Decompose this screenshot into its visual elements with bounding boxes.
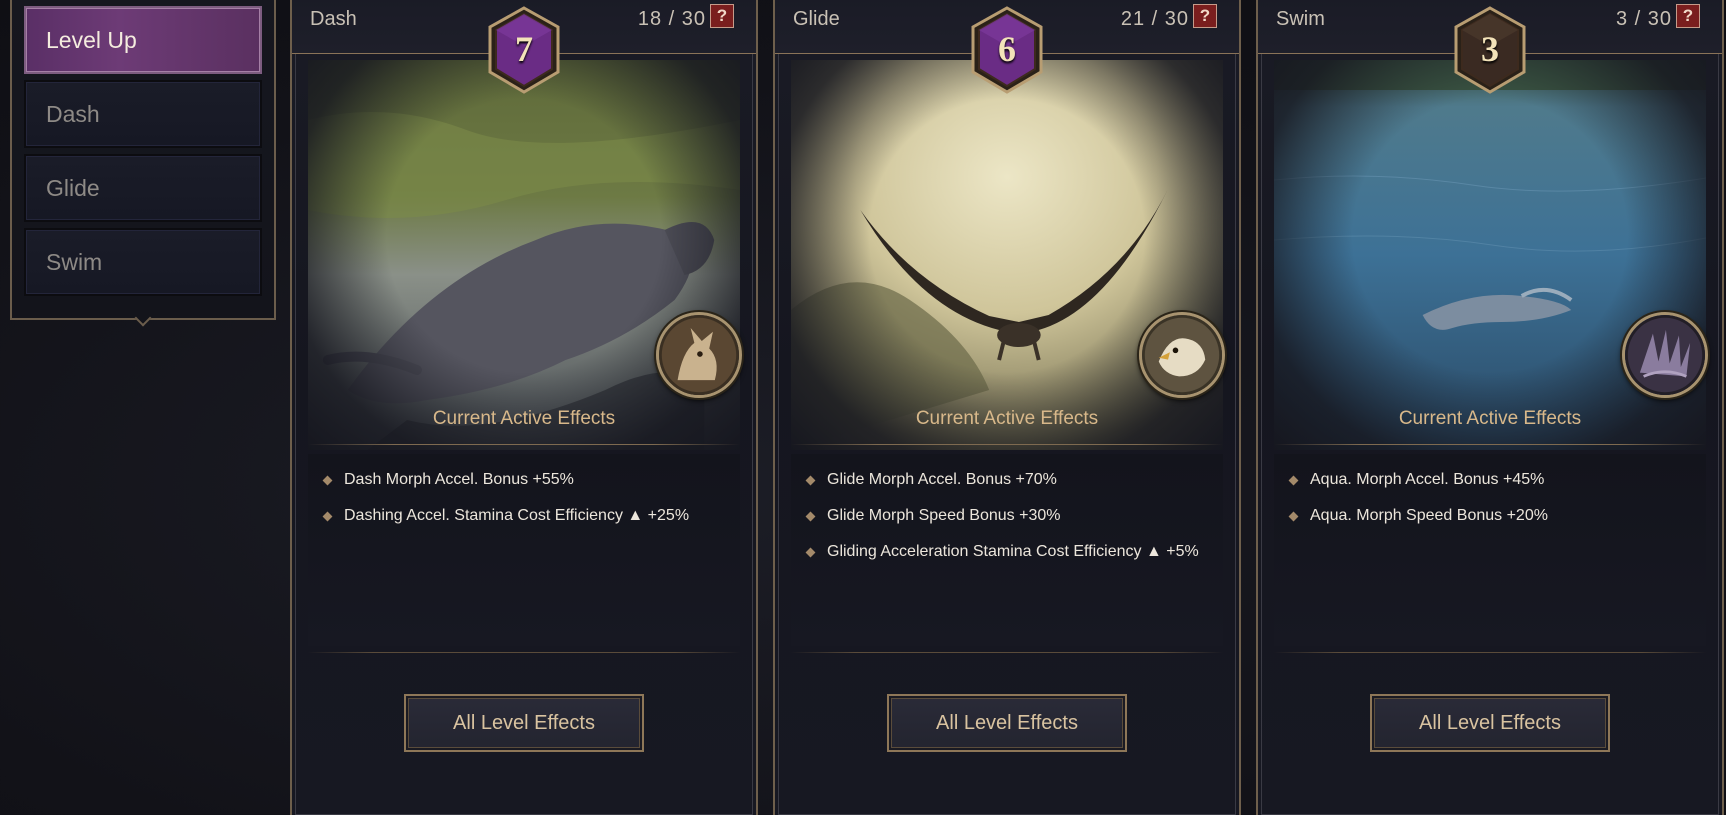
sidebar-item-swim[interactable]: Swim [24,228,262,296]
effect-item: Gliding Acceleration Stamina Cost Effici… [791,534,1223,570]
dash-morph-scene [308,60,740,450]
morph-progress-count: 18 / 30 [637,8,706,30]
effect-item: Glide Morph Accel. Bonus +70% [791,462,1223,498]
serpent-icon [1622,312,1708,398]
morph-card-glide: Glide 21 / 30 ? 6 Current Active Effects… [773,0,1241,815]
help-icon[interactable]: ? [710,4,734,28]
effects-list: Aqua. Morph Accel. Bonus +45% Aqua. Morp… [1274,454,1706,646]
level-number: 6 [998,29,1016,69]
card-title: Dash [310,8,357,30]
sidebar-item-level-up[interactable]: Level Up [24,6,262,74]
effects-list: Dash Morph Accel. Bonus +55% Dashing Acc… [308,454,740,646]
level-number: 7 [515,29,533,69]
swim-morph-scene [1274,60,1706,450]
morph-progress-count: 3 / 30 [1615,8,1672,30]
all-level-effects-button[interactable]: All Level Effects [1370,694,1610,752]
eagle-icon [1139,312,1225,398]
all-level-effects-button[interactable]: All Level Effects [404,694,644,752]
effects-title: Current Active Effects [1398,408,1582,429]
all-level-effects-button[interactable]: All Level Effects [887,694,1127,752]
jackal-icon [656,312,742,398]
level-badge: 6 [970,6,1044,94]
level-badge: 3 [1453,6,1527,94]
help-icon[interactable]: ? [1676,4,1700,28]
card-title: Swim [1276,8,1325,30]
effect-item: Dash Morph Accel. Bonus +55% [308,462,740,498]
effect-item: Dashing Accel. Stamina Cost Efficiency ▲… [308,498,740,534]
effects-list: Glide Morph Accel. Bonus +70% Glide Morp… [791,454,1223,646]
level-badge: 7 [487,6,561,94]
morph-sidebar: Level Up Dash Glide Swim [10,0,276,320]
effect-item: Glide Morph Speed Bonus +30% [791,498,1223,534]
level-number: 3 [1481,29,1499,69]
effects-title: Current Active Effects [432,408,616,429]
morph-card-swim: Swim 3 / 30 ? 3 Current Active Effects A… [1256,0,1724,815]
card-title: Glide [793,8,840,30]
morph-card-dash: Dash 18 / 30 ? 7 Current Active Effects … [290,0,758,815]
morph-progress-count: 21 / 30 [1120,8,1189,30]
effect-item: Aqua. Morph Speed Bonus +20% [1274,498,1706,534]
sidebar-item-glide[interactable]: Glide [24,154,262,222]
effects-title: Current Active Effects [915,408,1099,429]
effect-item: Aqua. Morph Accel. Bonus +45% [1274,462,1706,498]
sidebar-item-dash[interactable]: Dash [24,80,262,148]
glide-morph-scene [791,60,1223,450]
help-icon[interactable]: ? [1193,4,1217,28]
